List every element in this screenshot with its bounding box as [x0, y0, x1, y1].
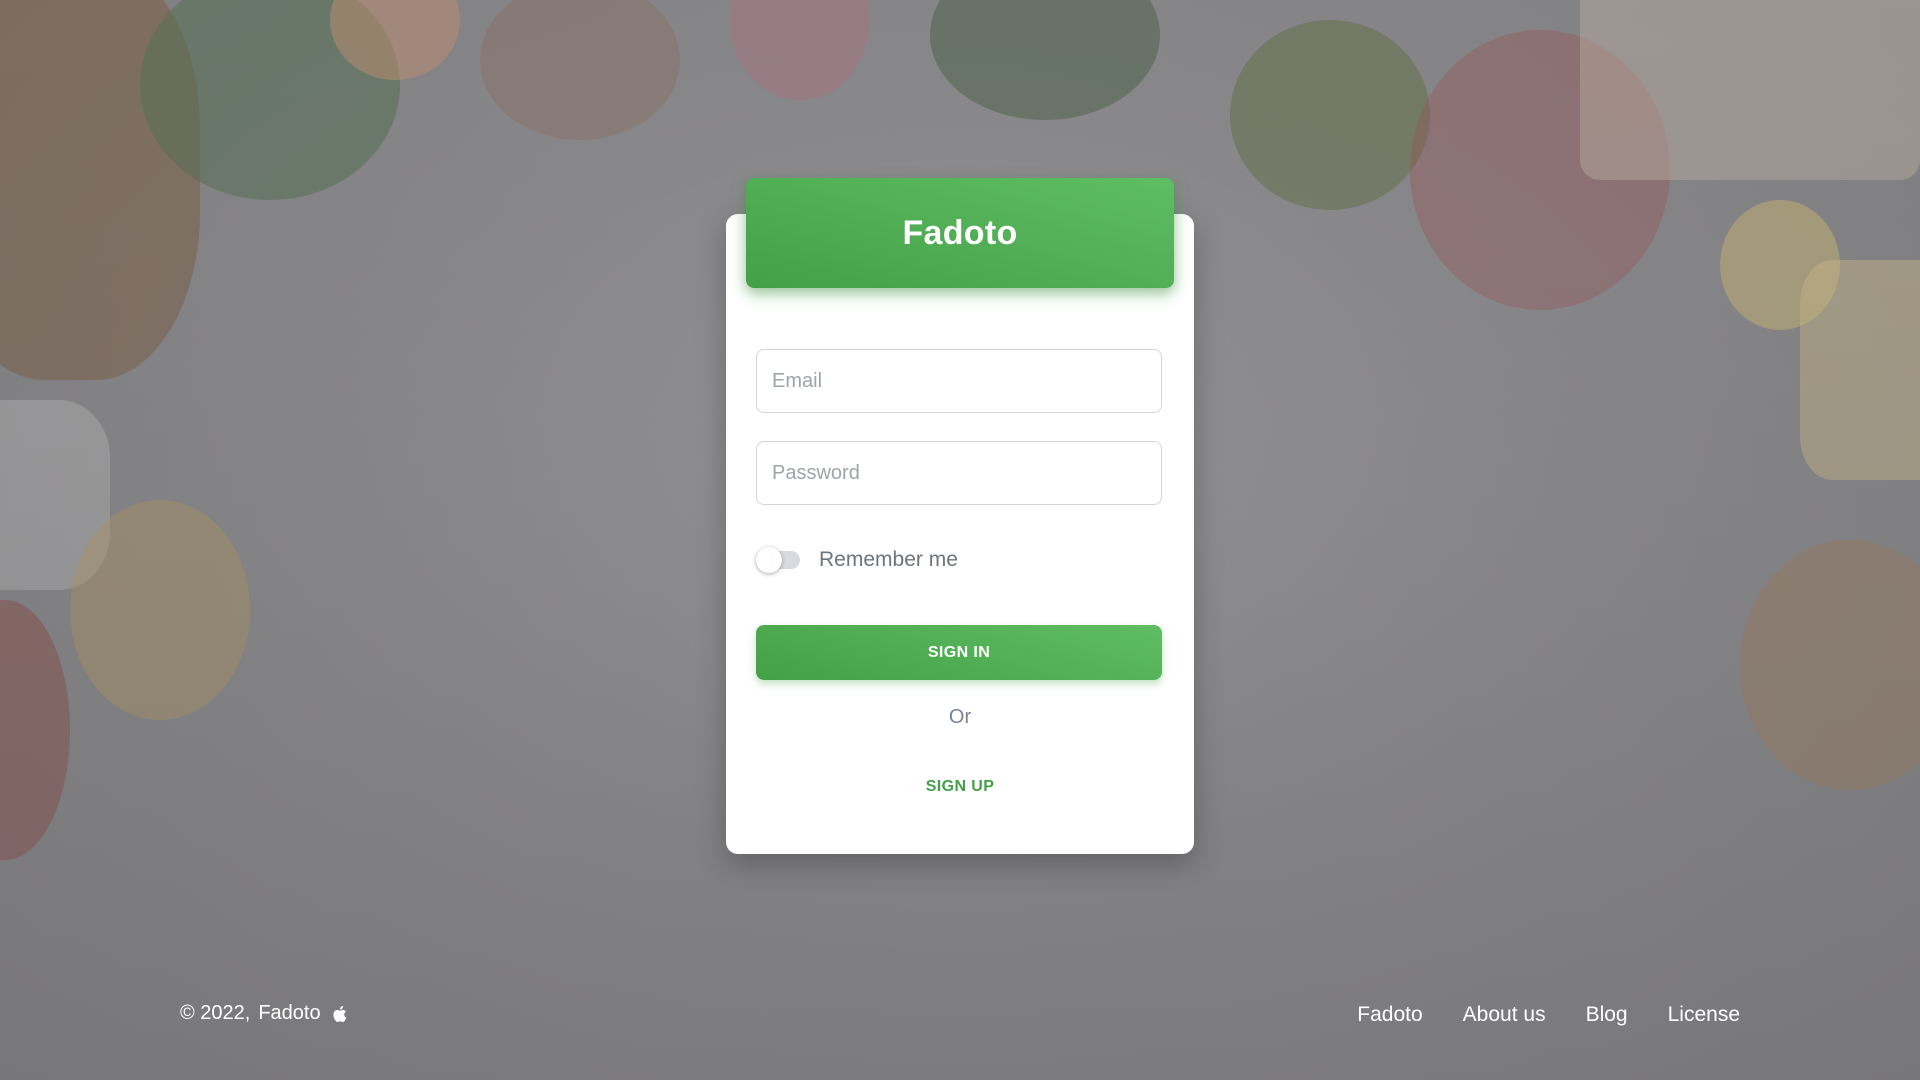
footer-link-about-us[interactable]: About us [1463, 1003, 1546, 1027]
footer-brand-link[interactable]: Fadoto [258, 1002, 320, 1025]
footer-link-fadoto[interactable]: Fadoto [1357, 1003, 1422, 1027]
login-card [726, 214, 1194, 854]
remember-me-label[interactable]: Remember me [819, 548, 958, 572]
footer-links: Fadoto About us Blog License [1317, 1003, 1740, 1027]
apple-icon [331, 1005, 347, 1023]
sign-up-link[interactable]: SIGN UP [726, 778, 1194, 796]
card-header: Fadoto [746, 178, 1174, 288]
brand-title: Fadoto [902, 213, 1018, 252]
copyright-text: © 2022, [180, 1002, 251, 1024]
password-field[interactable] [756, 441, 1162, 505]
toggle-knob [756, 547, 782, 573]
remember-me-toggle[interactable] [756, 547, 802, 573]
footer-copyright: © 2022, Fadoto [180, 1002, 347, 1025]
email-field[interactable] [756, 349, 1162, 413]
footer-link-license[interactable]: License [1668, 1003, 1740, 1027]
or-divider-text: Or [948, 706, 972, 728]
remember-me-row: Remember me [756, 540, 958, 580]
footer-link-blog[interactable]: Blog [1586, 1003, 1628, 1027]
sign-in-button[interactable]: SIGN IN [756, 625, 1162, 680]
